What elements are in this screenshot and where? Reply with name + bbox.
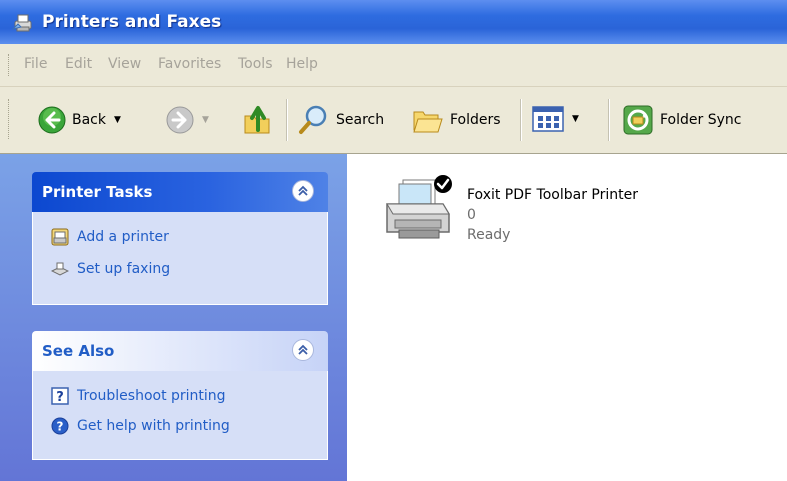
back-arrow-icon bbox=[38, 106, 66, 134]
folders-button[interactable]: Folders bbox=[412, 104, 501, 136]
menu-bar: File Edit View Favorites Tools Help bbox=[0, 44, 787, 87]
set-up-faxing-link[interactable]: Set up faxing bbox=[51, 260, 170, 278]
forward-arrow-icon bbox=[166, 106, 194, 134]
see-also-body: ? Troubleshoot printing ? Get help with … bbox=[32, 371, 328, 460]
collapse-chevron-icon[interactable] bbox=[292, 180, 314, 202]
back-button[interactable]: Back ▼ bbox=[38, 106, 121, 134]
task-pane: Printer Tasks Add a printer Set up faxin… bbox=[0, 154, 347, 481]
printer-tasks-header[interactable]: Printer Tasks bbox=[32, 172, 328, 212]
printer-tasks-panel: Printer Tasks Add a printer Set up faxin… bbox=[32, 172, 328, 305]
back-label: Back bbox=[72, 112, 106, 128]
printer-tasks-title: Printer Tasks bbox=[42, 183, 153, 201]
menu-file[interactable]: File bbox=[24, 56, 47, 72]
up-button[interactable] bbox=[242, 104, 272, 136]
toolbar-separator bbox=[286, 99, 288, 141]
printer-status: Ready bbox=[467, 227, 511, 243]
views-button[interactable]: ▼ bbox=[532, 106, 579, 132]
set-up-faxing-label: Set up faxing bbox=[77, 261, 171, 277]
see-also-panel: See Also ? Troubleshoot printing ? Get h… bbox=[32, 331, 328, 460]
svg-text:?: ? bbox=[57, 420, 64, 434]
troubleshoot-printing-link[interactable]: ? Troubleshoot printing bbox=[51, 387, 226, 405]
forward-button[interactable]: ▼ bbox=[166, 106, 209, 134]
forward-dropdown-icon[interactable]: ▼ bbox=[202, 115, 209, 125]
menu-edit[interactable]: Edit bbox=[65, 56, 92, 72]
menu-view[interactable]: View bbox=[108, 56, 141, 72]
search-button[interactable]: Search bbox=[298, 104, 384, 136]
toolbar-grip[interactable] bbox=[8, 99, 11, 139]
get-help-printing-link[interactable]: ? Get help with printing bbox=[51, 417, 230, 435]
menu-tools[interactable]: Tools bbox=[238, 56, 273, 72]
search-magnifier-icon bbox=[299, 105, 327, 134]
folders-icon bbox=[413, 111, 443, 133]
folders-label: Folders bbox=[450, 112, 501, 128]
menu-bar-grip[interactable] bbox=[8, 54, 11, 76]
search-label: Search bbox=[336, 112, 385, 128]
up-folder-icon bbox=[244, 106, 270, 134]
add-printer-label: Add a printer bbox=[77, 229, 169, 245]
toolbar-separator bbox=[608, 99, 610, 141]
window-title: Printers and Faxes bbox=[42, 12, 222, 32]
printer-tasks-body: Add a printer Set up faxing bbox=[32, 212, 328, 305]
see-also-header[interactable]: See Also bbox=[32, 331, 328, 371]
menu-favorites[interactable]: Favorites bbox=[158, 56, 221, 72]
collapse-chevron-icon[interactable] bbox=[292, 339, 314, 361]
fax-icon bbox=[51, 262, 69, 276]
printers-view: Foxit PDF Toolbar Printer 0 Ready bbox=[347, 154, 787, 481]
toolbar: Back ▼ ▼ Search Folders ▼ Folder Sync bbox=[0, 87, 787, 154]
printer-icon bbox=[386, 175, 452, 239]
svg-text:?: ? bbox=[56, 390, 64, 405]
folder-sync-button[interactable]: Folder Sync bbox=[622, 104, 741, 136]
folder-sync-icon bbox=[623, 105, 653, 135]
add-printer-link[interactable]: Add a printer bbox=[51, 228, 169, 246]
add-printer-icon bbox=[51, 228, 69, 246]
printer-name: Foxit PDF Toolbar Printer bbox=[467, 187, 638, 203]
see-also-title: See Also bbox=[42, 342, 115, 360]
printers-folder-icon bbox=[12, 14, 32, 32]
troubleshoot-printing-label: Troubleshoot printing bbox=[77, 388, 226, 404]
views-dropdown-icon[interactable]: ▼ bbox=[572, 114, 579, 124]
help-topic-icon: ? bbox=[51, 387, 69, 405]
folder-sync-label: Folder Sync bbox=[660, 112, 742, 128]
help-circle-icon: ? bbox=[51, 417, 69, 435]
toolbar-separator bbox=[520, 99, 522, 141]
back-dropdown-icon[interactable]: ▼ bbox=[114, 115, 121, 125]
title-bar[interactable]: Printers and Faxes bbox=[0, 0, 787, 44]
views-icon bbox=[532, 106, 564, 132]
printer-document-count: 0 bbox=[467, 207, 476, 223]
get-help-printing-label: Get help with printing bbox=[77, 418, 230, 434]
menu-help[interactable]: Help bbox=[286, 56, 318, 72]
